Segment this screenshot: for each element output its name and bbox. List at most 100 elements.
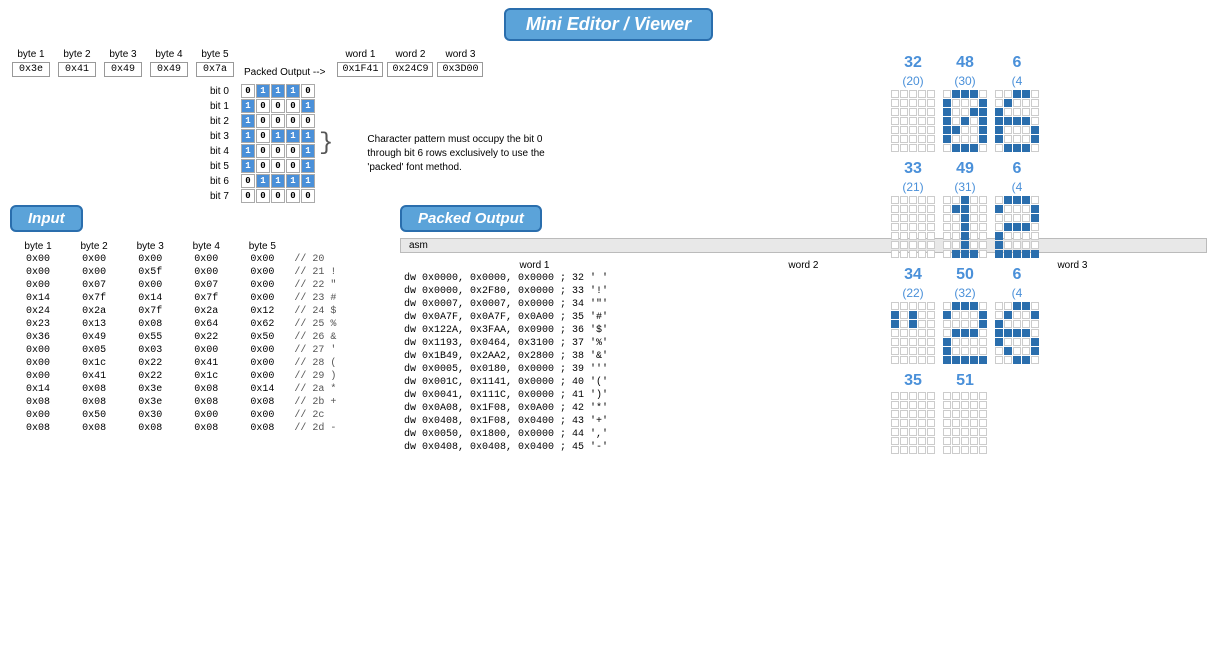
bit-cell[interactable]: 1 xyxy=(256,84,270,98)
bit-cell[interactable]: 0 xyxy=(241,84,255,98)
pixel-cell xyxy=(918,419,926,427)
pixel-cell xyxy=(943,392,951,400)
bit-cell[interactable]: 1 xyxy=(286,84,300,98)
pixel-cell xyxy=(1013,144,1021,152)
pixel-cell xyxy=(918,126,926,134)
pixel-cell xyxy=(927,311,935,319)
pixel-cell xyxy=(900,392,908,400)
pixel-cell xyxy=(1004,99,1012,107)
bit-cell[interactable]: 0 xyxy=(241,189,255,203)
char-number: 32 xyxy=(904,54,922,72)
byte-value-5[interactable]: 0x7a xyxy=(196,62,234,77)
bit-cell[interactable]: 0 xyxy=(271,159,285,173)
bit-cell[interactable]: 1 xyxy=(241,144,255,158)
bit-cell[interactable]: 0 xyxy=(286,99,300,113)
char-item: 49(31) xyxy=(943,160,987,258)
pixel-cell xyxy=(1013,356,1021,364)
bit-cell[interactable]: 0 xyxy=(286,114,300,128)
bit-cell[interactable]: 1 xyxy=(241,114,255,128)
bit-cell[interactable]: 0 xyxy=(256,99,270,113)
bit-cell[interactable]: 0 xyxy=(271,114,285,128)
byte-value-3[interactable]: 0x49 xyxy=(104,62,142,77)
pixel-cell xyxy=(995,232,1003,240)
input-cell: 0x08 xyxy=(66,422,122,435)
bit-cell[interactable]: 0 xyxy=(286,159,300,173)
pixel-cell xyxy=(927,205,935,213)
bit-cell[interactable]: 1 xyxy=(241,129,255,143)
pixel-cell xyxy=(900,410,908,418)
pixel-cell xyxy=(995,223,1003,231)
pixel-cell xyxy=(900,135,908,143)
bit-cell[interactable]: 0 xyxy=(301,189,315,203)
input-cell: 0x64 xyxy=(178,318,234,331)
pixel-cell xyxy=(1022,90,1030,98)
bit-cell[interactable]: 1 xyxy=(301,129,315,143)
char-sub: (30) xyxy=(954,74,975,88)
byte-label-5: byte 5 xyxy=(201,49,228,60)
pixel-grid xyxy=(995,196,1039,258)
bit-cell[interactable]: 0 xyxy=(286,144,300,158)
bit-cell[interactable]: 0 xyxy=(301,84,315,98)
pixel-cell xyxy=(1031,338,1039,346)
input-cell: 0x00 xyxy=(234,357,290,370)
pixel-cell xyxy=(1022,311,1030,319)
pixel-grid xyxy=(891,196,935,258)
bit-cell[interactable]: 1 xyxy=(301,99,315,113)
bit-cell[interactable]: 0 xyxy=(256,189,270,203)
pixel-cell xyxy=(979,232,987,240)
pixel-cell xyxy=(909,126,917,134)
bit-cell[interactable]: 1 xyxy=(241,99,255,113)
bit-cell[interactable]: 1 xyxy=(256,174,270,188)
bit-cell[interactable]: 0 xyxy=(241,174,255,188)
bit-cell[interactable]: 0 xyxy=(256,114,270,128)
bit-cell[interactable]: 1 xyxy=(301,159,315,173)
bit-cell[interactable]: 1 xyxy=(301,174,315,188)
bit-cell[interactable]: 1 xyxy=(241,159,255,173)
table-row: 0x000x410x220x1c0x00// 29 ) xyxy=(10,370,370,383)
input-cell: 0x00 xyxy=(234,344,290,357)
byte-value-2[interactable]: 0x41 xyxy=(58,62,96,77)
pixel-cell xyxy=(979,223,987,231)
pixel-cell xyxy=(1022,126,1030,134)
bit-cell[interactable]: 0 xyxy=(256,159,270,173)
pixel-cell xyxy=(900,205,908,213)
pixel-cell xyxy=(1004,241,1012,249)
bit-cell[interactable]: 0 xyxy=(256,144,270,158)
char-number: 48 xyxy=(956,54,974,72)
pixel-cell xyxy=(909,223,917,231)
input-cell: 0x00 xyxy=(66,266,122,279)
bit-cell[interactable]: 0 xyxy=(271,189,285,203)
table-row: 0x000x000x5f0x000x00// 21 ! xyxy=(10,266,370,279)
pixel-cell xyxy=(943,410,951,418)
pixel-cell xyxy=(918,437,926,445)
bit-cell[interactable]: 0 xyxy=(271,144,285,158)
bit-cell[interactable]: 1 xyxy=(271,129,285,143)
pixel-cell xyxy=(1031,311,1039,319)
bit-cell[interactable]: 1 xyxy=(271,84,285,98)
pixel-cell xyxy=(979,329,987,337)
byte-value-4[interactable]: 0x49 xyxy=(150,62,188,77)
pixel-cell xyxy=(979,347,987,355)
bit-cell[interactable]: 1 xyxy=(286,174,300,188)
word-value-3: 0x3D00 xyxy=(437,62,483,77)
bit-cell[interactable]: 0 xyxy=(256,129,270,143)
bit-cell[interactable]: 1 xyxy=(271,174,285,188)
pixel-cell xyxy=(891,311,899,319)
byte-value-1[interactable]: 0x3e xyxy=(12,62,50,77)
char-sub: (4 xyxy=(1012,180,1023,194)
bit-cell[interactable]: 1 xyxy=(286,129,300,143)
pixel-cell xyxy=(979,214,987,222)
bit-cell[interactable]: 0 xyxy=(301,114,315,128)
input-cell: 0x55 xyxy=(122,331,178,344)
bit-cell[interactable]: 1 xyxy=(301,144,315,158)
pixel-cell xyxy=(891,338,899,346)
pixel-cell xyxy=(1013,205,1021,213)
pixel-cell xyxy=(952,205,960,213)
bit-cell[interactable]: 0 xyxy=(271,99,285,113)
bit-cell[interactable]: 0 xyxy=(286,189,300,203)
pixel-cell xyxy=(943,90,951,98)
char-sub: (20) xyxy=(902,74,923,88)
pixel-cell xyxy=(943,214,951,222)
input-cell: 0x00 xyxy=(234,279,290,292)
pixel-cell xyxy=(943,311,951,319)
